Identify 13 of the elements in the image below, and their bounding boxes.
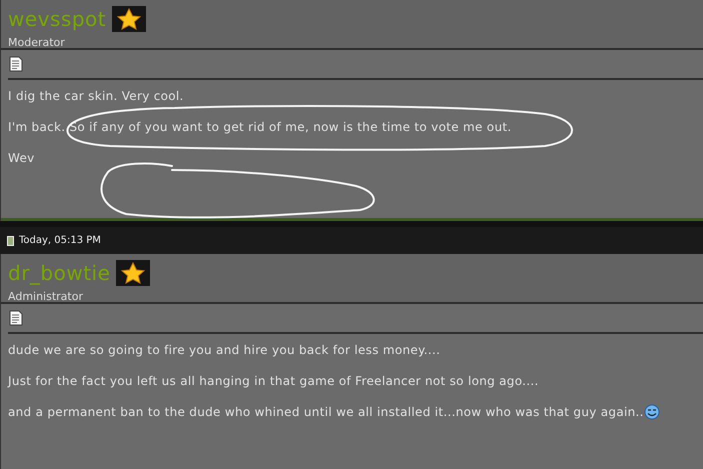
user-rank: Administrator (8, 290, 84, 303)
username[interactable]: dr_bowtie (8, 261, 110, 285)
post-date: Today, 05:13 PM (19, 235, 101, 246)
document-icon (8, 56, 24, 72)
post-icon (7, 236, 14, 246)
message-text: and a permanent ban to the dude who whined until we all installed it...now who was that guy again.. (8, 404, 644, 418)
message-text: dude we are so going to fire you and hire you back for less money.... (8, 342, 440, 356)
message-text: Wev (8, 150, 35, 164)
document-icon (8, 310, 24, 326)
username[interactable]: wevsspot (8, 7, 106, 31)
user-rank: Moderator (8, 36, 66, 49)
message-text: I dig the car skin. Very cool. (8, 88, 184, 102)
message-text: Just for the fact you left us all hanging in that game of Freelancer not so long ago.... (8, 374, 539, 388)
